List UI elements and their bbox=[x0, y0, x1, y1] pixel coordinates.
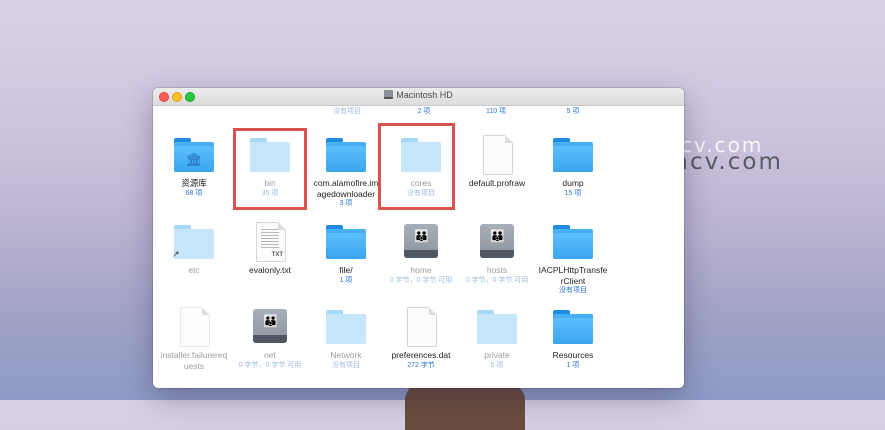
file-name: hosts bbox=[486, 265, 508, 275]
file-name: evalonly.txt bbox=[249, 265, 291, 275]
title-bar[interactable]: Macintosh HD bbox=[153, 88, 684, 106]
finder-window: Macintosh HD 没有项目 2 项 110 项 5 项 🏛 资源库 68 项… bbox=[153, 88, 684, 388]
file-meta: 15 项 bbox=[564, 189, 582, 197]
file-item[interactable]: Resources 1 项 bbox=[532, 307, 614, 370]
file-meta: 3 项 bbox=[339, 200, 353, 207]
folder-icon bbox=[551, 222, 595, 262]
folder-icon bbox=[324, 222, 368, 262]
file-item[interactable]: ↗ etc bbox=[153, 222, 235, 276]
file-name: home bbox=[410, 265, 432, 275]
window-title-text: Macintosh HD bbox=[396, 90, 453, 100]
scrolled-item-meta: 没有项目 bbox=[333, 108, 361, 115]
file-name: 资源库 bbox=[181, 178, 207, 188]
file-meta: 0 字节，0 字节 可用 bbox=[389, 276, 453, 284]
file-item[interactable]: file/1 项 bbox=[305, 222, 387, 285]
folder-icon bbox=[551, 135, 595, 175]
scrolled-item-meta: 5 项 bbox=[566, 108, 580, 115]
file-meta: 1 项 bbox=[566, 361, 580, 369]
file-name-line-1: IACPLHttpTransfe bbox=[538, 265, 608, 275]
window-title: Macintosh HD bbox=[153, 90, 684, 100]
file-item[interactable]: 🏛 资源库 68 项 bbox=[153, 135, 235, 198]
folder-library-icon: 🏛 bbox=[172, 135, 216, 175]
file-meta: 272 字节 bbox=[407, 361, 435, 369]
scrolled-item-meta: 2 项 bbox=[417, 108, 431, 115]
file-name: net bbox=[264, 350, 276, 360]
network-server-icon: 👪 bbox=[248, 307, 292, 347]
file-meta: 68 项 bbox=[185, 189, 203, 197]
file-name: file/ bbox=[339, 265, 353, 275]
file-meta: 没有项目 bbox=[332, 361, 360, 369]
text-document-icon: TXT bbox=[248, 222, 292, 262]
file-item[interactable]: Network 没有项目 bbox=[305, 307, 387, 370]
file-name: IACPLHttpTransfe rClient bbox=[532, 265, 614, 286]
file-meta: 5 项 bbox=[490, 361, 504, 369]
scrolled-item-meta: 110 项 bbox=[485, 108, 507, 115]
document-icon bbox=[399, 307, 443, 347]
file-item[interactable]: 👪 net 0 字节，0 字节 可用 bbox=[229, 307, 311, 370]
file-name: Network bbox=[330, 350, 362, 360]
file-name: etc bbox=[188, 265, 200, 275]
folder-icon bbox=[475, 307, 519, 347]
file-item[interactable]: 👪 hosts 0 字节，0 字节 可用 bbox=[456, 222, 538, 285]
file-item[interactable]: TXT evalonly.txt bbox=[229, 222, 311, 276]
file-name: default.profraw bbox=[468, 178, 526, 188]
file-meta: 0 字节，0 字节 可用 bbox=[238, 361, 302, 369]
file-name-line-2: agedownloader bbox=[316, 188, 376, 199]
file-name-line-2: uests bbox=[183, 360, 205, 371]
file-item[interactable]: private 5 项 bbox=[456, 307, 538, 370]
file-name-line-1: installer.failurereq bbox=[160, 350, 228, 360]
folder-alias-icon: ↗ bbox=[172, 222, 216, 262]
file-item[interactable]: IACPLHttpTransfe rClient 没有项目 bbox=[532, 222, 614, 295]
hard-drive-icon bbox=[384, 90, 394, 99]
file-item[interactable]: 👪 home 0 字节，0 字节 可用 bbox=[380, 222, 462, 285]
network-server-icon: 👪 bbox=[475, 222, 519, 262]
network-server-icon: 👪 bbox=[399, 222, 443, 262]
file-name: Resources bbox=[552, 350, 594, 360]
annotation-highlight-bin bbox=[233, 128, 307, 210]
folder-icon bbox=[324, 135, 368, 175]
file-meta: 没有项目 bbox=[559, 287, 587, 294]
file-name: preferences.dat bbox=[391, 350, 451, 360]
file-name-line-1: com.alamofire.im bbox=[313, 178, 379, 188]
document-icon bbox=[475, 135, 519, 175]
file-name: dump bbox=[562, 178, 584, 188]
file-item[interactable]: com.alamofire.im agedownloader 3 项 bbox=[305, 135, 387, 208]
folder-icon bbox=[551, 307, 595, 347]
file-name: private bbox=[484, 350, 510, 360]
file-meta: 1 项 bbox=[339, 276, 353, 284]
file-item[interactable]: dump 15 项 bbox=[532, 135, 614, 198]
file-item[interactable]: preferences.dat 272 字节 bbox=[380, 307, 462, 370]
file-name: installer.failurereq uests bbox=[153, 350, 235, 371]
file-name-line-2: rClient bbox=[560, 275, 586, 286]
file-item[interactable]: installer.failurereq uests bbox=[153, 307, 235, 371]
folder-icon bbox=[324, 307, 368, 347]
document-icon bbox=[172, 307, 216, 347]
annotation-highlight-cores bbox=[378, 123, 455, 210]
file-meta: 0 字节，0 字节 可用 bbox=[465, 276, 529, 284]
file-item[interactable]: default.profraw bbox=[456, 135, 538, 189]
file-name: com.alamofire.im agedownloader bbox=[305, 178, 387, 199]
